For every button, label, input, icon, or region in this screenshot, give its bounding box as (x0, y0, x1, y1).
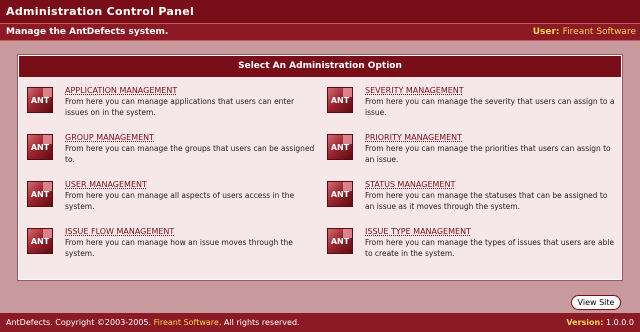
copyright-text: AntDefects. Copyright ©2003-2005. (6, 318, 152, 327)
option-description: From here you can manage how an issue mo… (65, 238, 293, 258)
option-description: From here you can manage the severity th… (365, 97, 615, 117)
copyright-suffix: . All rights reserved. (218, 318, 300, 327)
option-severity-management: ANT SEVERITY MANAGEMENT From here you ca… (327, 86, 617, 130)
option-group-management: ANT GROUP MANAGEMENT From here you can m… (27, 133, 317, 177)
version-info: Version: 1.0.0.0 (566, 318, 634, 327)
ant-logo-icon: ANT (327, 228, 353, 254)
company-link[interactable]: Fireant Software (154, 318, 219, 327)
ant-logo-icon: ANT (27, 228, 53, 254)
ant-logo-icon: ANT (27, 181, 53, 207)
view-site-button[interactable]: View Site (571, 295, 621, 310)
subtitle-bar: Manage the AntDefects system. User: Fire… (0, 23, 640, 41)
option-priority-management: ANT PRIORITY MANAGEMENT From here you ca… (327, 133, 617, 177)
option-description: From here you can manage the types of is… (365, 238, 615, 258)
ant-logo-icon: ANT (27, 134, 53, 160)
option-description: From here you can manage the groups that… (65, 144, 315, 164)
option-application-management: ANT APPLICATION MANAGEMENT From here you… (27, 86, 317, 130)
application-management-link[interactable]: APPLICATION MANAGEMENT (65, 86, 177, 95)
footer: AntDefects. Copyright ©2003-2005. Firean… (0, 313, 640, 332)
app-title: Administration Control Panel (0, 0, 640, 23)
option-user-management: ANT USER MANAGEMENT From here you can ma… (27, 180, 317, 224)
ant-logo-icon: ANT (327, 87, 353, 113)
issue-flow-management-link[interactable]: ISSUE FLOW MANAGEMENT (65, 227, 174, 236)
user-label: User: (532, 27, 560, 37)
subtitle: Manage the AntDefects system. (6, 27, 169, 37)
version-value: 1.0.0.0 (606, 318, 634, 327)
user-management-link[interactable]: USER MANAGEMENT (65, 180, 147, 189)
user-info: User: Fireant Software (533, 27, 636, 37)
admin-options-panel: Select An Administration Option ANT APPL… (18, 55, 622, 280)
severity-management-link[interactable]: SEVERITY MANAGEMENT (365, 86, 464, 95)
ant-logo-icon: ANT (27, 87, 53, 113)
ant-logo-icon: ANT (327, 134, 353, 160)
option-status-management: ANT STATUS MANAGEMENT From here you can … (327, 180, 617, 224)
priority-management-link[interactable]: PRIORITY MANAGEMENT (365, 133, 462, 142)
option-description: From here you can manage all aspects of … (65, 191, 295, 211)
user-name-link[interactable]: Fireant Software (563, 27, 636, 37)
panel-heading: Select An Administration Option (19, 56, 621, 77)
ant-logo-icon: ANT (327, 181, 353, 207)
issue-type-management-link[interactable]: ISSUE TYPE MANAGEMENT (365, 227, 471, 236)
option-issue-type-management: ANT ISSUE TYPE MANAGEMENT From here you … (327, 227, 617, 271)
option-issue-flow-management: ANT ISSUE FLOW MANAGEMENT From here you … (27, 227, 317, 271)
option-description: From here you can manage the statuses th… (365, 191, 608, 211)
status-management-link[interactable]: STATUS MANAGEMENT (365, 180, 455, 189)
option-description: From here you can manage the priorities … (365, 144, 611, 164)
option-description: From here you can manage applications th… (65, 97, 295, 117)
version-label: Version: (566, 318, 604, 327)
group-management-link[interactable]: GROUP MANAGEMENT (65, 133, 154, 142)
